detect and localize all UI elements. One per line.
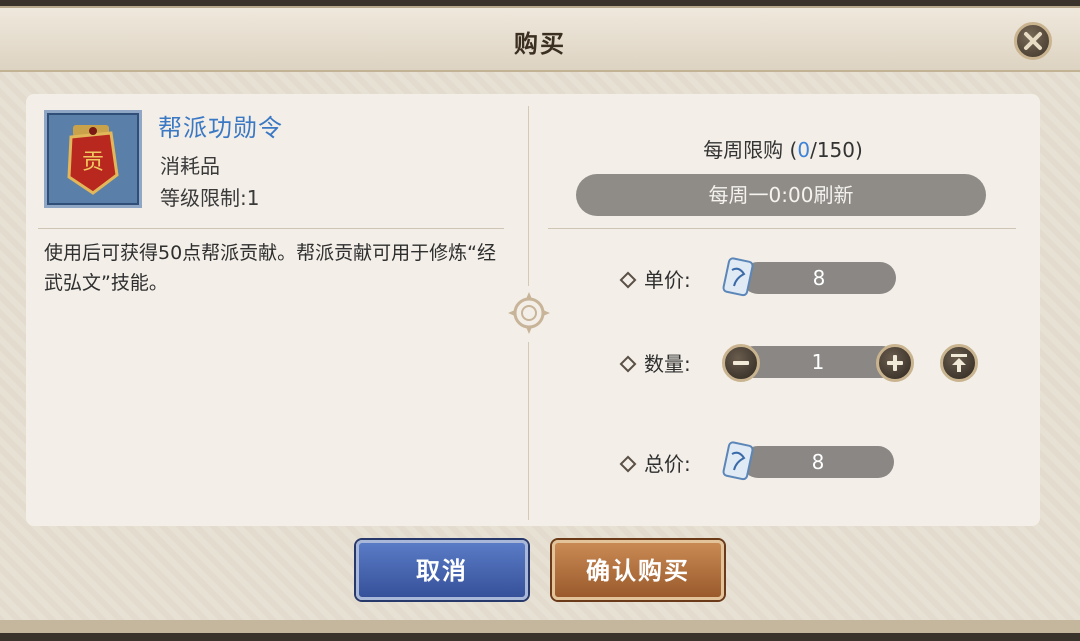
plus-icon <box>887 355 903 371</box>
scroll-currency-icon <box>722 257 754 297</box>
total-price-label-row: 总价: <box>619 448 691 477</box>
item-type: 消耗品 <box>160 154 220 178</box>
max-quantity-button[interactable] <box>940 344 978 382</box>
diamond-bullet-icon <box>619 455 637 472</box>
divider <box>38 228 504 229</box>
dialog-title: 购买 <box>514 30 566 58</box>
item-description: 使用后可获得50点帮派贡献。帮派贡献可用于修炼“经武弘文”技能。 <box>44 242 497 294</box>
weekly-limit-current: 0 <box>797 138 811 162</box>
diamond-bullet-icon <box>619 271 637 288</box>
content-panel: 贡 帮派功勋令 消耗品 等级限制:1 使用后可获得50点帮派贡献。帮派贡献可用于… <box>26 94 1040 526</box>
quantity-value[interactable]: 1 <box>738 346 898 378</box>
cancel-button[interactable]: 取消 <box>356 540 528 600</box>
ornament-icon <box>508 292 550 334</box>
dialog-footer <box>0 620 1080 633</box>
diamond-bullet-icon <box>619 355 637 372</box>
weekly-limit: 每周限购 (0/150) <box>548 134 1018 163</box>
unit-price-label-row: 单价: <box>619 264 691 293</box>
max-arrow-icon <box>951 354 967 372</box>
scroll-currency-icon <box>722 441 754 481</box>
item-icon-glyph: 贡 <box>82 150 104 175</box>
vertical-divider <box>528 342 529 520</box>
weekly-limit-max: /150) <box>810 138 863 162</box>
quantity-label-row: 数量: <box>619 348 691 377</box>
total-price-label: 总价: <box>644 452 691 476</box>
decrease-quantity-button[interactable] <box>722 344 760 382</box>
confirm-purchase-button[interactable]: 确认购买 <box>552 540 724 600</box>
minus-icon <box>733 361 749 365</box>
close-button[interactable] <box>1014 22 1052 60</box>
item-name: 帮派功勋令 <box>158 114 283 142</box>
dialog-titlebar: 购买 <box>0 8 1080 72</box>
item-icon-frame: 贡 <box>44 110 142 208</box>
close-icon <box>1024 32 1042 50</box>
weekly-limit-label: 每周限购 ( <box>703 138 798 162</box>
refresh-info: 每周一0:00刷新 <box>576 174 986 216</box>
divider <box>548 228 1016 229</box>
purchase-dialog: 购买 贡 帮派功勋令 消耗品 等级限制:1 使用后可获得50点帮派贡献。帮派贡献… <box>0 6 1080 633</box>
item-level-limit: 等级限制:1 <box>160 186 260 210</box>
increase-quantity-button[interactable] <box>876 344 914 382</box>
token-plaque-icon: 贡 <box>67 125 119 195</box>
unit-price-label: 单价: <box>644 268 691 292</box>
unit-price-value: 8 <box>742 262 896 294</box>
quantity-label: 数量: <box>644 352 691 376</box>
vertical-divider <box>528 106 529 286</box>
total-price-value: 8 <box>742 446 894 478</box>
